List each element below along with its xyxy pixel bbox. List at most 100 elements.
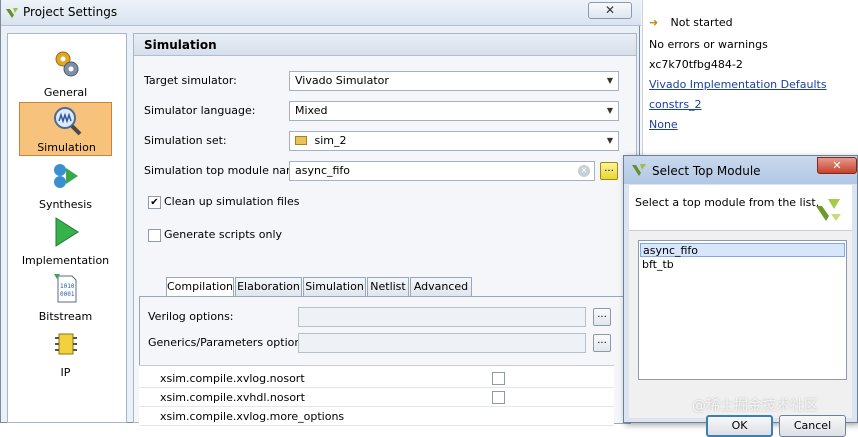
ok-label: OK: [731, 419, 748, 432]
nav-simulation[interactable]: Simulation: [19, 102, 112, 156]
tab-advanced[interactable]: Advanced: [410, 277, 472, 296]
module-name: async_fifo: [643, 244, 699, 257]
table-row[interactable]: xsim.compile.xvhdl.nosort: [139, 388, 614, 407]
cleanup-checkbox[interactable]: ✔: [148, 196, 161, 209]
table-row[interactable]: xsim.compile.xvlog.nosort: [139, 369, 614, 388]
ip-chip-icon: [55, 333, 77, 355]
select-top-module-dialog: Select Top Module ✕ Select a top module …: [623, 155, 858, 437]
nav-implementation[interactable]: Implementation: [19, 214, 112, 268]
list-item[interactable]: async_fifo: [640, 243, 845, 257]
browse-label: ...: [597, 309, 607, 320]
target-simulator-label: Target simulator:: [144, 74, 237, 87]
close-icon: ✕: [832, 159, 842, 172]
verilog-options-label: Verilog options:: [148, 310, 234, 323]
tab-netlist-label: Netlist: [370, 280, 406, 293]
generics-options-label: Generics/Parameters options:: [148, 336, 311, 349]
constraints-link[interactable]: constrs_2: [649, 96, 702, 114]
nav-general[interactable]: General: [19, 46, 112, 100]
status-text: Not started: [670, 16, 733, 29]
nav-bitstream-label: Bitstream: [38, 310, 93, 323]
dialog-close-button[interactable]: ✕: [817, 157, 857, 174]
simulation-settings-panel: Simulation Target simulator: Vivado Simu…: [133, 33, 637, 426]
dialog-header: Select a top module from the list.: [629, 185, 852, 231]
svg-text:0001: 0001: [60, 291, 75, 298]
option-name: xsim.compile.xvlog.more_options: [160, 410, 345, 423]
window-close-button[interactable]: ✕: [588, 2, 632, 19]
nav-simulation-label: Simulation: [37, 141, 96, 154]
nav-ip[interactable]: IP: [19, 326, 112, 380]
simulation-set-dropdown[interactable]: sim_2 ▼: [289, 131, 619, 151]
generate-scripts-label: Generate scripts only: [164, 228, 283, 241]
dialog-body: Select a top module from the list. async…: [629, 185, 852, 437]
clear-icon[interactable]: ✕: [578, 165, 590, 177]
generate-scripts-checkbox[interactable]: [148, 229, 161, 242]
tab-compilation[interactable]: Compilation: [166, 277, 234, 297]
tab-compilation-label: Compilation: [167, 280, 234, 293]
play-arrow-icon: [55, 217, 79, 247]
nav-synthesis[interactable]: Synthesis: [19, 158, 112, 212]
top-module-input[interactable]: async_fifo ✕: [289, 161, 595, 181]
tab-elaboration[interactable]: Elaboration: [235, 277, 302, 296]
binary-file-icon: 1010 0001: [54, 274, 77, 303]
none-link[interactable]: None: [649, 116, 678, 134]
top-module-browse-button[interactable]: ...: [600, 162, 618, 180]
module-name: bft_tb: [642, 258, 674, 271]
tab-advanced-label: Advanced: [413, 280, 469, 293]
nav-ip-label: IP: [60, 366, 71, 379]
tab-elaboration-label: Elaboration: [237, 280, 300, 293]
module-list: async_fifo bft_tb: [638, 240, 847, 380]
synthesis-icon: [54, 164, 78, 188]
top-module-value: async_fifo: [295, 164, 351, 177]
window-title: Project Settings: [23, 5, 118, 19]
simulator-language-dropdown[interactable]: Mixed ▼: [289, 101, 619, 121]
project-settings-window: Project Settings ✕ General Simulation Sy…: [0, 0, 641, 426]
nav-bitstream[interactable]: 1010 0001 Bitstream: [19, 270, 112, 324]
tab-simulation[interactable]: Simulation: [303, 277, 366, 296]
dialog-titlebar: Select Top Module ✕: [624, 156, 857, 184]
dialog-title: Select Top Module: [652, 164, 761, 178]
vivado-logo-icon: [816, 199, 841, 221]
tab-netlist[interactable]: Netlist: [367, 277, 409, 296]
top-module-label: Simulation top module name:: [144, 164, 308, 177]
option-name: xsim.compile.xvlog.nosort: [160, 372, 305, 385]
verilog-options-field[interactable]: [298, 307, 586, 327]
cleanup-label: Clean up simulation files: [164, 195, 300, 208]
messages-text: No errors or warnings: [649, 38, 768, 51]
nav-general-label: General: [43, 86, 88, 99]
ok-button[interactable]: OK: [706, 415, 773, 437]
section-header: Simulation: [134, 34, 636, 56]
option-checkbox[interactable]: [492, 391, 505, 404]
target-simulator-dropdown[interactable]: Vivado Simulator ▼: [289, 71, 619, 91]
list-item[interactable]: bft_tb: [640, 258, 845, 272]
magnifier-waveform-icon: [54, 107, 82, 136]
chevron-down-icon: ▼: [606, 136, 613, 145]
warning-arrow-icon: ➜: [649, 16, 659, 29]
dialog-instruction: Select a top module from the list.: [635, 196, 820, 209]
option-name: xsim.compile.xvhdl.nosort: [160, 391, 305, 404]
verilog-options-browse-button[interactable]: ...: [593, 308, 611, 326]
option-checkbox[interactable]: [492, 372, 505, 385]
folder-icon: [295, 136, 307, 145]
table-row[interactable]: xsim.compile.xvlog.more_options: [139, 407, 614, 426]
simulation-set-value: sim_2: [314, 134, 347, 147]
cancel-button[interactable]: Cancel: [779, 415, 846, 437]
nav-implementation-label: Implementation: [21, 254, 110, 267]
project-settings-titlebar: Project Settings ✕: [1, 0, 641, 26]
gear-icon: [55, 51, 79, 77]
options-table: xsim.compile.xvlog.nosort xsim.compile.x…: [139, 365, 614, 426]
browse-label: ...: [597, 335, 607, 346]
browse-label: ...: [604, 163, 614, 174]
simulator-language-label: Simulator language:: [144, 104, 256, 117]
settings-nav: General Simulation Synthesis Implementat…: [7, 33, 127, 423]
watermark: @稀土掘金技术社区: [692, 398, 818, 414]
vivado-logo-icon: [632, 164, 646, 176]
part-text: xc7k70tfbg484-2: [649, 58, 743, 71]
strategy-link[interactable]: Vivado Implementation Defaults: [649, 76, 827, 94]
vivado-logo-icon: [6, 8, 18, 18]
simulator-language-value: Mixed: [295, 104, 328, 117]
tab-simulation-label: Simulation: [305, 280, 364, 293]
generics-options-field[interactable]: [298, 333, 586, 353]
generics-options-browse-button[interactable]: ...: [593, 334, 611, 352]
close-icon: ✕: [604, 3, 616, 17]
svg-text:1010: 1010: [60, 283, 75, 290]
